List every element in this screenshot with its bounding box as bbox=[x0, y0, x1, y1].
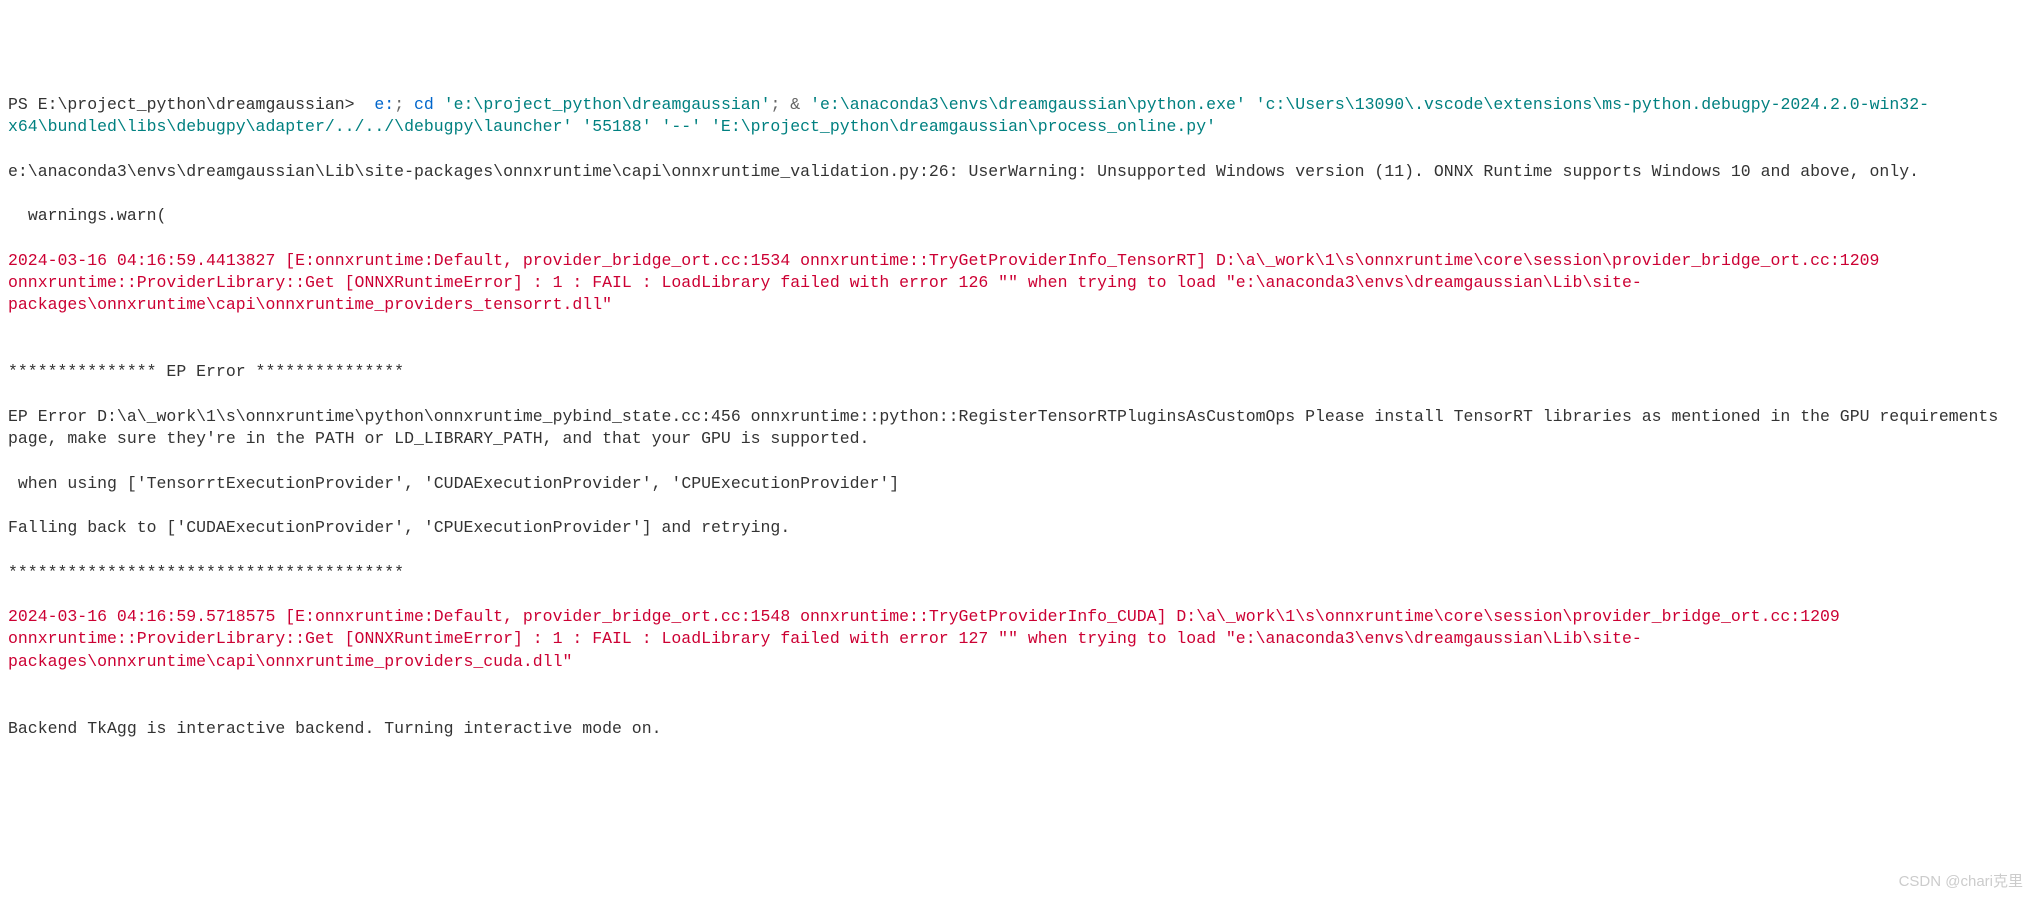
ep-error-header: *************** EP Error *************** bbox=[8, 361, 2027, 383]
ep-error-line2: when using ['TensorrtExecutionProvider',… bbox=[8, 473, 2027, 495]
terminal-output[interactable]: PS E:\project_python\dreamgaussian> e:; … bbox=[8, 94, 2027, 740]
error-cuda: 2024-03-16 04:16:59.5718575 [E:onnxrunti… bbox=[8, 606, 2027, 673]
watermark: CSDN @chari克里 bbox=[1899, 872, 2023, 892]
ep-error-line1: EP Error D:\a\_work\1\s\onnxruntime\pyth… bbox=[8, 406, 2027, 451]
warning-line2: warnings.warn( bbox=[8, 205, 2027, 227]
command-line: PS E:\project_python\dreamgaussian> e:; … bbox=[8, 94, 2027, 139]
cmd-amp: & bbox=[790, 95, 810, 114]
ep-error-footer: **************************************** bbox=[8, 562, 2027, 584]
ep-error-line3: Falling back to ['CUDAExecutionProvider'… bbox=[8, 517, 2027, 539]
cmd-cd: cd bbox=[414, 95, 434, 114]
cmd-drive: e: bbox=[374, 95, 394, 114]
backend-line: Backend TkAgg is interactive backend. Tu… bbox=[8, 718, 2027, 740]
warning-line1: e:\anaconda3\envs\dreamgaussian\Lib\site… bbox=[8, 161, 2027, 183]
cmd-space bbox=[434, 95, 444, 114]
error-tensorrt: 2024-03-16 04:16:59.4413827 [E:onnxrunti… bbox=[8, 250, 2027, 317]
cmd-cd-path: 'e:\project_python\dreamgaussian' bbox=[444, 95, 771, 114]
cmd-sep1: ; bbox=[394, 95, 414, 114]
ps-prompt: PS E:\project_python\dreamgaussian> bbox=[8, 95, 374, 114]
cmd-sep2: ; bbox=[770, 95, 790, 114]
